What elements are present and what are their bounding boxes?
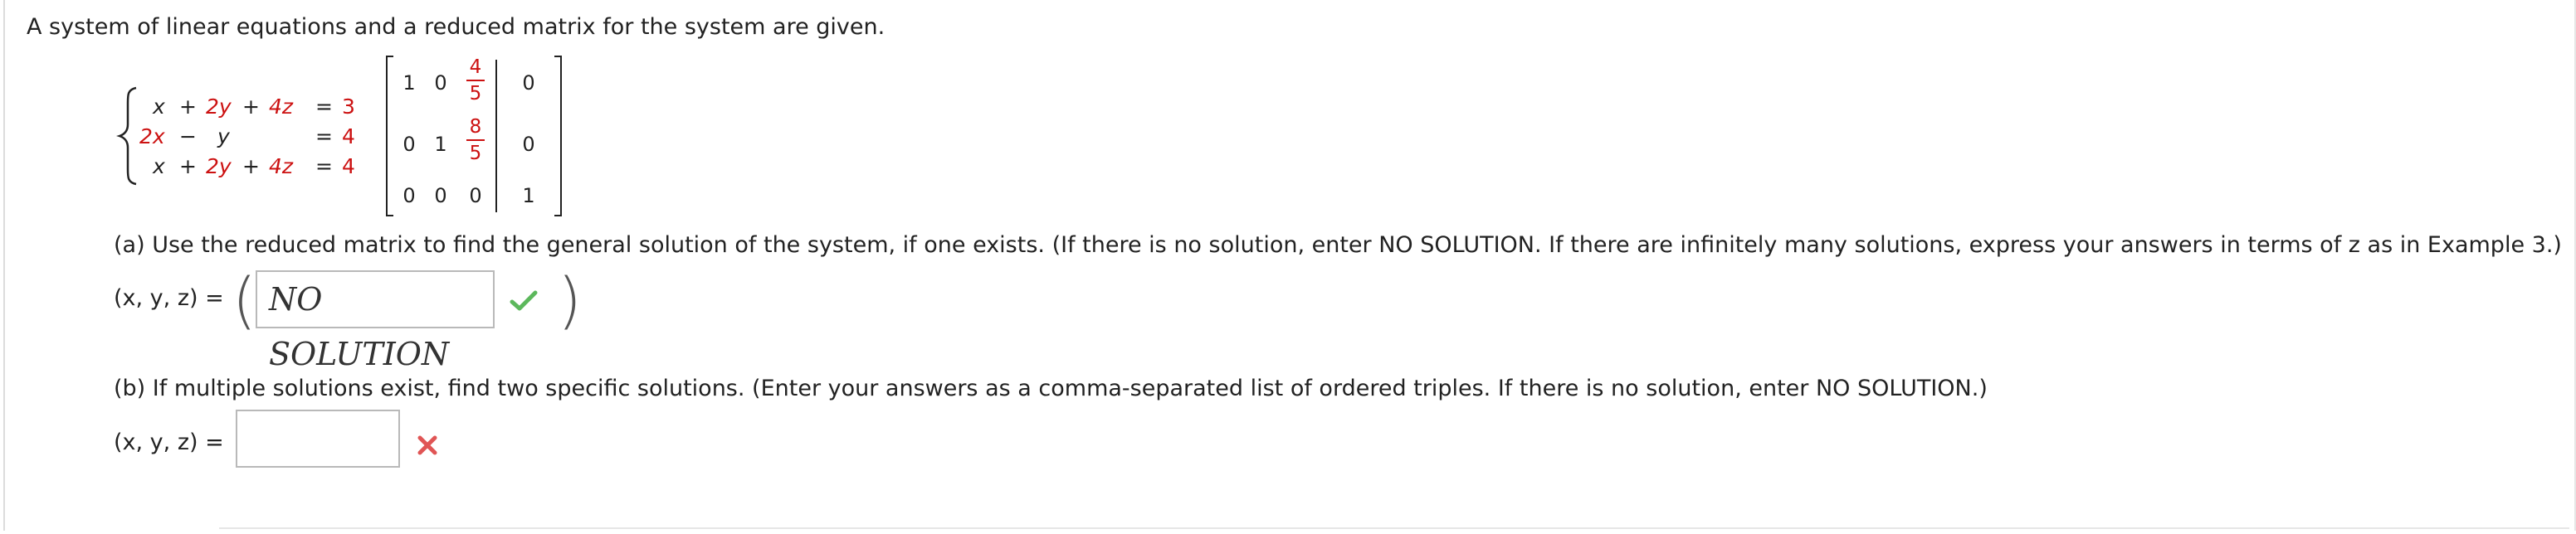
equation-system: x + 2y + 4z = 3 2x − y = 4 x + 2y + 4z =… [116, 86, 365, 186]
matrix-cell: 0 [434, 71, 447, 95]
cross-icon [417, 435, 437, 455]
matrix-fraction: 45 [463, 56, 488, 104]
part-b-label: (x, y, z) = [114, 430, 224, 455]
left-brace-icon [116, 86, 137, 186]
intro-text: A system of linear equations and a reduc… [27, 14, 886, 40]
check-icon [510, 290, 538, 311]
matrix-cell: 1 [434, 133, 447, 156]
matrix-cell: 0 [402, 184, 416, 207]
matrix-cell: 0 [434, 184, 447, 207]
part-a-answer-input[interactable]: NO SOLUTION [256, 270, 495, 372]
matrix-cell: 1 [522, 184, 535, 207]
part-b-answer-input[interactable] [236, 410, 400, 468]
part-b-prompt: (b) If multiple solutions exist, find tw… [114, 376, 1988, 401]
close-paren: ) [558, 265, 582, 337]
reduced-matrix: 1 0 45 0 0 1 85 0 0 0 0 1 [383, 55, 564, 217]
matrix-cell: 0 [522, 133, 535, 156]
part-a-label: (x, y, z) = [114, 285, 224, 311]
part-a-prompt: (a) Use the reduced matrix to find the g… [114, 232, 2562, 258]
matrix-cell: 0 [522, 71, 535, 95]
open-paren: ( [232, 265, 256, 337]
matrix-cell: 0 [402, 133, 416, 156]
matrix-cell: 1 [402, 71, 416, 95]
matrix-fraction: 85 [463, 116, 488, 164]
matrix-cell: 0 [469, 184, 482, 207]
bottom-divider [219, 527, 2569, 529]
